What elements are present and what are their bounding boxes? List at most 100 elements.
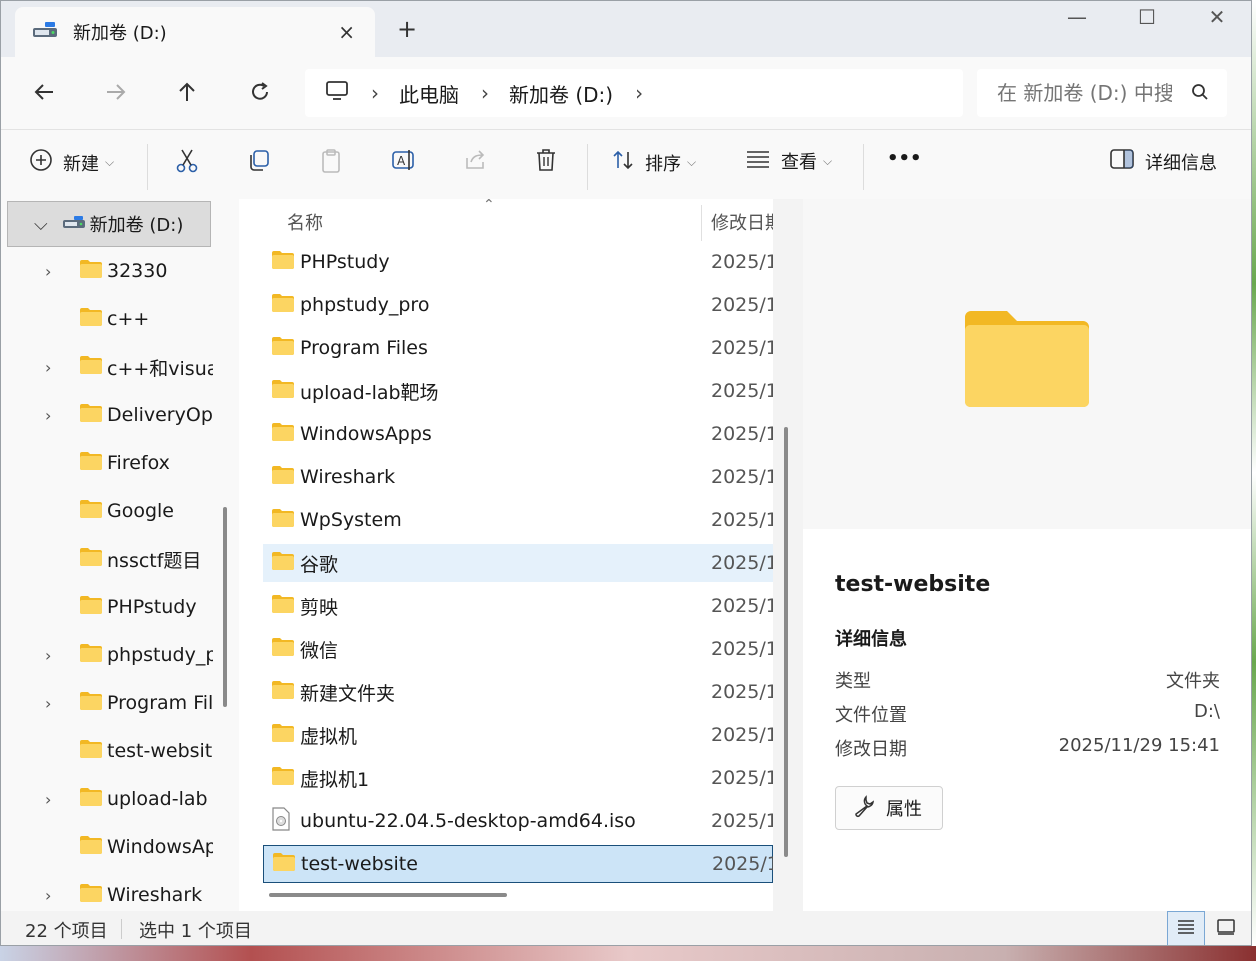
file-row[interactable]: 虚拟机 2025/1: [263, 716, 773, 754]
file-row[interactable]: WindowsApps 2025/1: [263, 415, 773, 453]
file-row[interactable]: ubuntu-22.04.5-desktop-amd64.iso 2025/1: [263, 802, 773, 840]
back-arrow-icon[interactable]: [29, 77, 59, 107]
vertical-scrollbar[interactable]: [784, 427, 788, 857]
column-header: ⌃ 名称 修改日期: [239, 199, 799, 243]
file-name: 新建文件夹: [300, 682, 396, 705]
tree-item[interactable]: Google: [1, 491, 213, 531]
file-name: upload-lab靶场: [300, 381, 439, 404]
column-name-header[interactable]: 名称: [287, 209, 323, 235]
folder-icon: [79, 499, 103, 524]
chevron-right-icon[interactable]: ›: [45, 886, 51, 905]
details-key: 修改日期: [835, 739, 907, 760]
cut-icon[interactable]: [175, 148, 199, 174]
folder-icon: [79, 307, 103, 332]
tree-item[interactable]: › upload-lab: [1, 779, 213, 819]
tree-item[interactable]: WindowsAp: [1, 827, 213, 867]
close-window-button[interactable]: ✕: [1197, 5, 1237, 29]
tree-scrollbar[interactable]: [223, 507, 227, 707]
copy-icon[interactable]: [247, 148, 271, 172]
maximize-button[interactable]: ☐: [1127, 5, 1167, 29]
close-tab-icon[interactable]: ×: [338, 20, 355, 44]
file-row[interactable]: test-website 2025/1: [263, 845, 774, 883]
tree-root-drive[interactable]: ⌵ 新加卷 (D:): [7, 201, 211, 247]
details-pane-label: 详细信息: [1145, 152, 1217, 174]
chevron-down-icon: ⌵: [687, 155, 697, 169]
file-name: test-website: [301, 853, 418, 875]
folder-icon: [79, 787, 103, 812]
tab-active[interactable]: 新加卷 (D:) ×: [15, 7, 375, 57]
file-date: 2025/1: [711, 638, 773, 660]
breadcrumb-this-pc[interactable]: 此电脑: [399, 79, 459, 108]
up-arrow-icon[interactable]: [172, 77, 202, 107]
file-row[interactable]: Wireshark 2025/1: [263, 458, 773, 496]
chevron-right-icon[interactable]: ›: [45, 646, 51, 665]
column-divider[interactable]: [701, 205, 702, 241]
new-tab-button[interactable]: +: [397, 15, 417, 43]
file-date: 2025/1: [711, 380, 773, 402]
file-row[interactable]: 谷歌 2025/1: [263, 544, 773, 582]
tree-item[interactable]: test-website: [1, 731, 213, 771]
file-row[interactable]: WpSystem 2025/1: [263, 501, 773, 539]
paste-icon[interactable]: [319, 148, 343, 174]
tree-item[interactable]: nssctf题目: [1, 539, 213, 579]
file-row[interactable]: PHPstudy 2025/1: [263, 243, 773, 281]
chevron-right-icon[interactable]: ›: [45, 790, 51, 809]
more-options-button[interactable]: •••: [887, 148, 922, 169]
tree-item[interactable]: › 32330: [1, 251, 213, 291]
drive-icon: [62, 214, 86, 235]
tree-item[interactable]: › DeliveryOpt: [1, 395, 213, 435]
folder-icon: [271, 766, 295, 791]
tree-item[interactable]: › Program File: [1, 683, 213, 723]
folder-icon: [271, 508, 295, 533]
forward-arrow-icon[interactable]: [101, 77, 131, 107]
chevron-right-icon[interactable]: ›: [45, 406, 51, 425]
properties-button[interactable]: 属性: [835, 786, 943, 830]
file-row[interactable]: Program Files 2025/1: [263, 329, 773, 367]
file-row[interactable]: 新建文件夹 2025/1: [263, 673, 773, 711]
file-row[interactable]: phpstudy_pro 2025/1: [263, 286, 773, 324]
chevron-right-icon[interactable]: ›: [481, 81, 489, 105]
tree-item[interactable]: c++: [1, 299, 213, 339]
file-date: 2025/1: [711, 724, 773, 746]
details-pane-icon: [1109, 148, 1135, 175]
file-row[interactable]: 剪映 2025/1: [263, 587, 773, 625]
tree-item[interactable]: › phpstudy_p: [1, 635, 213, 675]
column-date-header[interactable]: 修改日期: [711, 209, 773, 235]
search-icon[interactable]: [1191, 83, 1209, 105]
search-box[interactable]: [977, 69, 1227, 117]
new-button[interactable]: 新建 ⌵: [29, 148, 114, 177]
file-row[interactable]: 微信 2025/1: [263, 630, 773, 668]
refresh-icon[interactable]: [245, 77, 275, 107]
sort-button[interactable]: 排序 ⌵: [611, 148, 696, 177]
chevron-right-icon[interactable]: ›: [45, 262, 51, 281]
navigation-bar: › 此电脑 › 新加卷 (D:) ›: [1, 57, 1251, 129]
delete-icon[interactable]: [535, 148, 557, 172]
chevron-right-icon[interactable]: ›: [635, 81, 643, 105]
tree-item[interactable]: Firefox: [1, 443, 213, 483]
horizontal-scrollbar[interactable]: [269, 893, 507, 897]
chevron-down-icon: ⌵: [105, 155, 115, 169]
wrench-icon: [852, 794, 876, 823]
tree-item[interactable]: › c++和visual: [1, 347, 213, 387]
address-bar[interactable]: › 此电脑 › 新加卷 (D:) ›: [305, 69, 963, 117]
rename-icon[interactable]: A: [391, 148, 417, 172]
share-icon[interactable]: [463, 148, 487, 172]
file-row[interactable]: upload-lab靶场 2025/1: [263, 372, 773, 410]
chevron-down-icon[interactable]: ⌵: [34, 214, 48, 235]
tree-item[interactable]: PHPstudy: [1, 587, 213, 627]
breadcrumb-drive[interactable]: 新加卷 (D:): [509, 79, 613, 108]
tree-item[interactable]: › Wireshark: [1, 875, 213, 911]
file-date: 2025/1: [711, 767, 773, 789]
tiles-view-button[interactable]: [1207, 911, 1245, 945]
chevron-right-icon[interactable]: ›: [371, 81, 379, 105]
details-view-button[interactable]: [1167, 911, 1205, 945]
chevron-right-icon[interactable]: ›: [45, 358, 51, 377]
chevron-right-icon[interactable]: ›: [45, 694, 51, 713]
view-button[interactable]: 查看 ⌵: [745, 148, 832, 174]
file-name: PHPstudy: [300, 251, 390, 273]
details-pane-button[interactable]: 详细信息: [1109, 148, 1217, 175]
details-value: D:\: [1194, 701, 1220, 722]
search-input[interactable]: [997, 81, 1172, 105]
file-row[interactable]: 虚拟机1 2025/1: [263, 759, 773, 797]
minimize-button[interactable]: —: [1057, 5, 1097, 29]
